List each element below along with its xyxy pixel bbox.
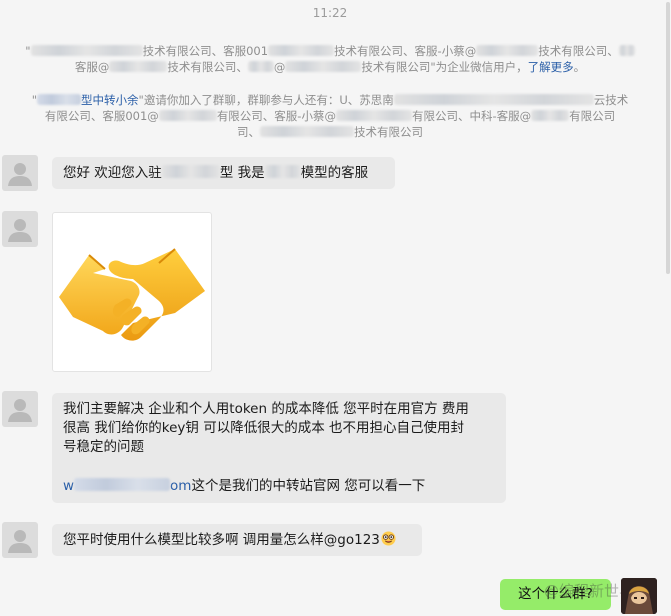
default-user-icon: [8, 163, 32, 186]
message-text: 我们主要解决 企业和个人用token 的成本降低 您平时在用官方 费用: [63, 401, 469, 417]
redacted-blur: [161, 165, 220, 178]
redacted-blur: [74, 478, 171, 491]
message-bubble[interactable]: 您好 欢迎您入驻型 我是 模型的客服: [52, 157, 395, 189]
message-text: w om这个是我们的中转站官网 您可以看一下: [63, 478, 426, 494]
website-link[interactable]: w om: [63, 478, 191, 494]
handshake-icon: [59, 248, 205, 341]
message-bubble[interactable]: 您平时使用什么模型比较多啊 调用量怎么样@go123: [52, 524, 422, 556]
redacted-blur: [30, 45, 143, 56]
system-notice-line: " 型中转小余"邀请你加入了群聊，群聊参与人还有：U、苏思南 云技术: [31, 93, 629, 107]
default-user-icon: [8, 219, 32, 242]
message-bubble[interactable]: 我们主要解决 企业和个人用token 的成本降低 您平时在用官方 费用 很高 我…: [52, 393, 506, 503]
default-user-icon: [8, 399, 32, 422]
scrollbar-thumb[interactable]: [666, 2, 670, 274]
redacted-blur: [264, 165, 301, 178]
scrollbar[interactable]: [665, 0, 670, 616]
redacted-blur: [260, 126, 354, 137]
message-text: 号稳定的问题: [63, 439, 144, 455]
redacted-blur: [393, 94, 594, 105]
avatar[interactable]: [2, 522, 38, 558]
redacted-blur: [618, 45, 635, 56]
redacted-blur: [476, 45, 539, 56]
system-notice-line: 客服@ 技术有限公司、 @ 技术有限公司"为企业微信用户，了解更多。: [74, 60, 586, 74]
avatar[interactable]: [2, 155, 38, 191]
redacted-blur: [335, 110, 412, 121]
system-notice-line: " 技术有限公司、客服001 技术有限公司、客服-小蔡@ 技术有限公司、: [0, 43, 660, 59]
timestamp: 11:22: [312, 6, 348, 20]
redacted-blur: [247, 61, 274, 72]
redacted-blur: [285, 61, 362, 72]
redacted-blur: [268, 45, 335, 56]
redacted-blur: [158, 110, 217, 121]
nerd-face-icon: [381, 531, 396, 546]
my-avatar[interactable]: [621, 578, 657, 614]
learn-more-link[interactable]: 了解更多: [528, 60, 574, 74]
redacted-blur: [109, 61, 168, 72]
message-text: 很高 我们给你的key钥 可以降低很大的成本 也不用担心自己使用封: [63, 420, 465, 436]
user-avatar-icon: [621, 578, 657, 614]
avatar[interactable]: [2, 211, 38, 247]
avatar[interactable]: [2, 391, 38, 427]
system-notice-line: 有限公司、客服001@ 有限公司、客服-小蔡@ 有限公司、中科-客服@ 有限公司: [44, 109, 616, 123]
system-notice-line: 司、 技术有限公司: [237, 125, 423, 139]
sticker-message[interactable]: [52, 212, 212, 372]
default-user-icon: [8, 530, 32, 553]
message-text: 您平时使用什么模型比较多啊 调用量怎么样@go123: [63, 532, 380, 548]
redacted-blur: [37, 94, 82, 105]
inviter-link[interactable]: 型中转小余: [81, 93, 139, 107]
redacted-blur: [531, 110, 570, 121]
